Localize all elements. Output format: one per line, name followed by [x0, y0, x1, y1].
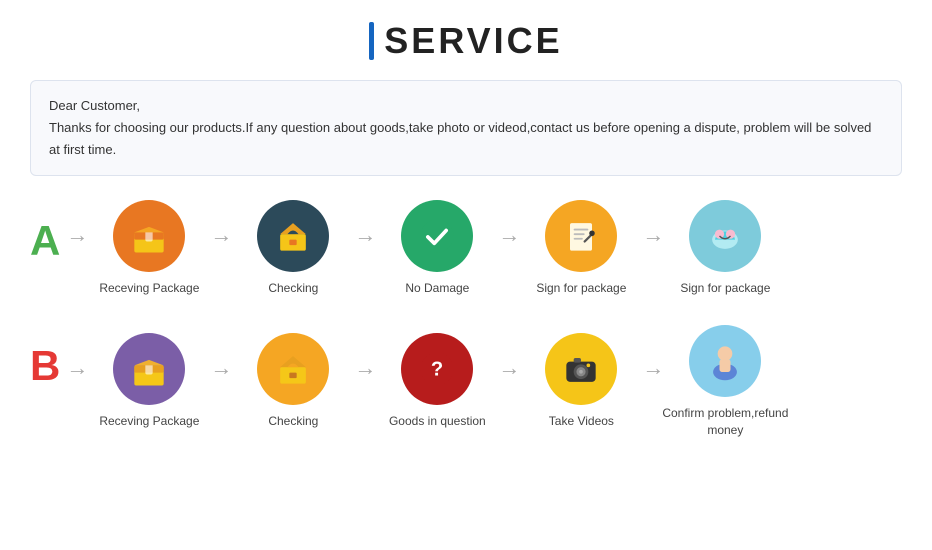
step-a-5-icon: [689, 200, 761, 272]
step-b-3-label: Goods in question: [389, 413, 486, 430]
step-b-5-label: Confirm problem,refund money: [660, 405, 790, 439]
notice-box: Dear Customer, Thanks for choosing our p…: [30, 80, 902, 176]
step-b-4-label: Take Videos: [549, 413, 614, 430]
step-a-3-label: No Damage: [405, 280, 469, 297]
svg-text:?: ?: [431, 359, 443, 381]
step-b-2: Checking: [228, 333, 358, 430]
section-a-steps: → Receving Package →: [70, 200, 790, 297]
step-a-2-label: Checking: [268, 280, 318, 297]
step-b-1-icon: [113, 333, 185, 405]
step-b-5-icon: [689, 325, 761, 397]
step-b-4: Take Videos: [516, 333, 646, 430]
section-a-letter: A: [30, 220, 60, 262]
notice-line1: Dear Customer,: [49, 95, 883, 117]
step-b-4-icon: [545, 333, 617, 405]
step-a-2: Checking: [228, 200, 358, 297]
page-title: SERVICE: [30, 20, 902, 62]
step-a-5: Sign for package: [660, 200, 790, 297]
section-a: A → Receving Package →: [30, 200, 902, 297]
title-accent-bar: [369, 22, 374, 60]
step-b-3-icon: ?: [401, 333, 473, 405]
step-a-1-icon: [113, 200, 185, 272]
section-b-steps: → Receving Package →: [70, 325, 790, 439]
step-a-4-label: Sign for package: [536, 280, 626, 297]
section-b-letter: B: [30, 345, 60, 387]
step-a-5-label: Sign for package: [680, 280, 770, 297]
step-b-5: Confirm problem,refund money: [660, 325, 790, 439]
step-b-2-label: Checking: [268, 413, 318, 430]
step-b-3: ? Goods in question: [372, 333, 502, 430]
step-a-4-icon: [545, 200, 617, 272]
step-a-1: Receving Package: [84, 200, 214, 297]
step-b-2-icon: [257, 333, 329, 405]
step-b-1: Receving Package: [84, 333, 214, 430]
step-a-2-icon: [257, 200, 329, 272]
step-a-3-icon: [401, 200, 473, 272]
step-a-1-label: Receving Package: [99, 280, 199, 297]
notice-line2: Thanks for choosing our products.If any …: [49, 117, 883, 161]
section-b: B → Receving Package →: [30, 325, 902, 439]
step-b-1-label: Receving Package: [99, 413, 199, 430]
step-a-4: Sign for package: [516, 200, 646, 297]
step-a-3: No Damage: [372, 200, 502, 297]
